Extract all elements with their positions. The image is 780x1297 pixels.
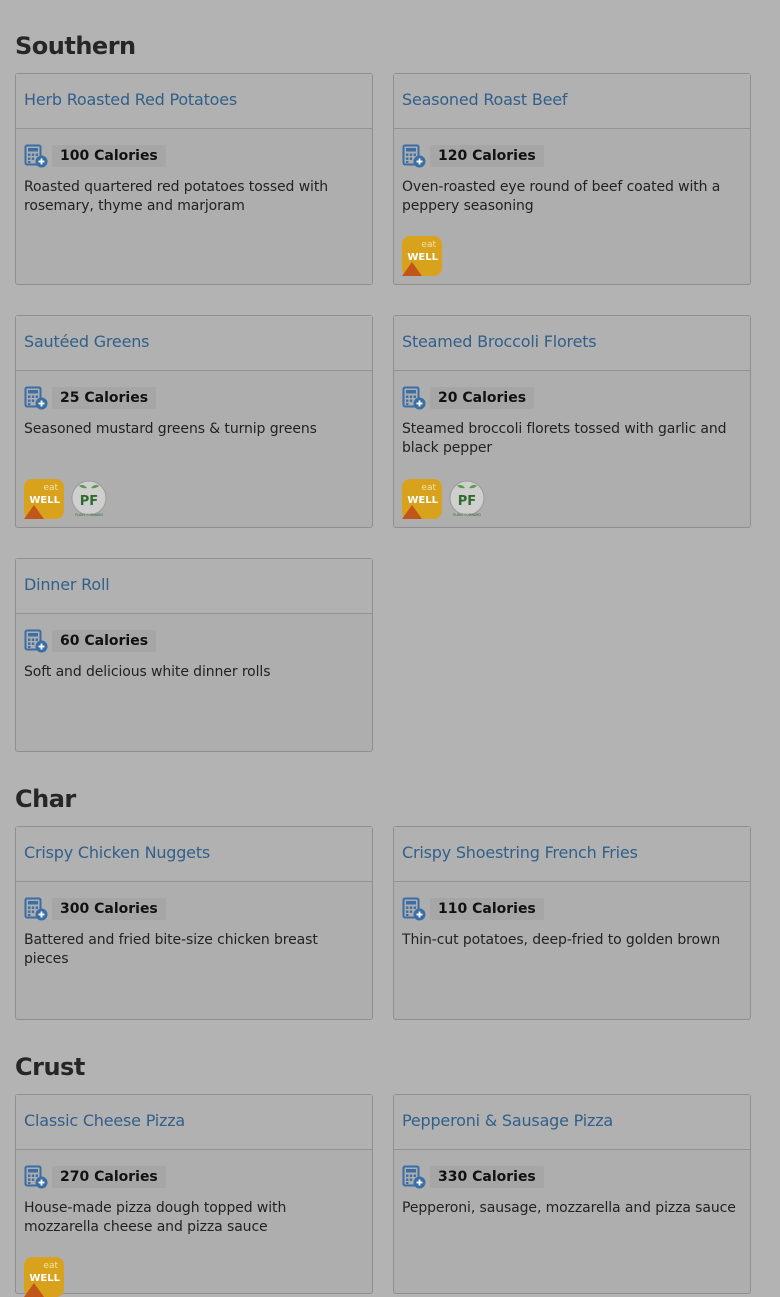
item-title-link[interactable]: Seasoned Roast Beef xyxy=(402,90,742,109)
card-header: Dinner Roll xyxy=(16,559,372,614)
menu-item-card: Classic Cheese Pizza 270 Calories House-… xyxy=(15,1094,373,1294)
calculator-add-icon[interactable] xyxy=(402,386,426,410)
menu-item-card: Steamed Broccoli Florets 20 Calories Ste… xyxy=(393,315,751,528)
section-title-crust: Crust xyxy=(15,1053,85,1081)
item-description: Steamed broccoli florets tossed with gar… xyxy=(402,421,727,456)
calories-badge: 330 Calories xyxy=(430,1166,544,1188)
calculator-add-icon[interactable] xyxy=(402,897,426,921)
calories-badge: 270 Calories xyxy=(52,1166,166,1188)
menu-item-card: Crispy Chicken Nuggets 300 Calories Batt… xyxy=(15,826,373,1020)
menu-item-card: Pepperoni & Sausage Pizza 330 Calories P… xyxy=(393,1094,751,1294)
item-description: Seasoned mustard greens & turnip greens xyxy=(24,421,317,437)
calories-badge: 110 Calories xyxy=(430,898,544,920)
eat-well-icon xyxy=(24,479,64,519)
card-header: Crispy Chicken Nuggets xyxy=(16,827,372,882)
calculator-add-icon[interactable] xyxy=(402,1165,426,1189)
menu-item-card: Crispy Shoestring French Fries 110 Calor… xyxy=(393,826,751,1020)
calculator-add-icon[interactable] xyxy=(24,897,48,921)
item-description: Roasted quartered red potatoes tossed wi… xyxy=(24,179,328,214)
section-title-char: Char xyxy=(15,785,76,813)
card-header: Pepperoni & Sausage Pizza xyxy=(394,1095,750,1150)
item-title-link[interactable]: Steamed Broccoli Florets xyxy=(402,332,742,351)
calculator-add-icon[interactable] xyxy=(24,144,48,168)
calculator-add-icon[interactable] xyxy=(24,629,48,653)
eat-well-icon xyxy=(24,1257,64,1297)
item-title-link[interactable]: Crispy Chicken Nuggets xyxy=(24,843,364,862)
calories-badge: 100 Calories xyxy=(52,145,166,167)
calculator-add-icon[interactable] xyxy=(402,144,426,168)
plant-forward-icon xyxy=(69,479,109,519)
card-header: Herb Roasted Red Potatoes xyxy=(16,74,372,129)
card-header: Crispy Shoestring French Fries xyxy=(394,827,750,882)
item-title-link[interactable]: Classic Cheese Pizza xyxy=(24,1111,364,1130)
calculator-add-icon[interactable] xyxy=(24,386,48,410)
item-title-link[interactable]: Pepperoni & Sausage Pizza xyxy=(402,1111,742,1130)
calories-badge: 25 Calories xyxy=(52,387,157,409)
item-title-link[interactable]: Sautéed Greens xyxy=(24,332,364,351)
eat-well-icon xyxy=(402,236,442,276)
calories-badge: 120 Calories xyxy=(430,145,544,167)
item-description: Pepperoni, sausage, mozzarella and pizza… xyxy=(402,1200,736,1216)
plant-forward-icon xyxy=(447,479,487,519)
calculator-add-icon[interactable] xyxy=(24,1165,48,1189)
calories-badge: 300 Calories xyxy=(52,898,166,920)
item-description: House-made pizza dough topped with mozza… xyxy=(24,1200,287,1235)
eat-well-icon xyxy=(402,479,442,519)
item-title-link[interactable]: Dinner Roll xyxy=(24,575,364,594)
card-header: Steamed Broccoli Florets xyxy=(394,316,750,371)
menu-item-card: Seasoned Roast Beef 120 Calories Oven-ro… xyxy=(393,73,751,285)
card-header: Classic Cheese Pizza xyxy=(16,1095,372,1150)
item-title-link[interactable]: Crispy Shoestring French Fries xyxy=(402,843,742,862)
item-description: Oven-roasted eye round of beef coated wi… xyxy=(402,179,721,214)
menu-item-card: Herb Roasted Red Potatoes 100 Calories R… xyxy=(15,73,373,285)
menu-item-card: Sautéed Greens 25 Calories Seasoned must… xyxy=(15,315,373,528)
section-title-southern: Southern xyxy=(15,32,136,60)
calories-badge: 60 Calories xyxy=(52,630,157,652)
menu-item-card: Dinner Roll 60 Calories Soft and delicio… xyxy=(15,558,373,752)
item-title-link[interactable]: Herb Roasted Red Potatoes xyxy=(24,90,364,109)
card-header: Seasoned Roast Beef xyxy=(394,74,750,129)
item-description: Soft and delicious white dinner rolls xyxy=(24,664,271,680)
calories-badge: 20 Calories xyxy=(430,387,535,409)
item-description: Battered and fried bite-size chicken bre… xyxy=(24,932,318,967)
card-header: Sautéed Greens xyxy=(16,316,372,371)
item-description: Thin-cut potatoes, deep-fried to golden … xyxy=(402,932,721,948)
